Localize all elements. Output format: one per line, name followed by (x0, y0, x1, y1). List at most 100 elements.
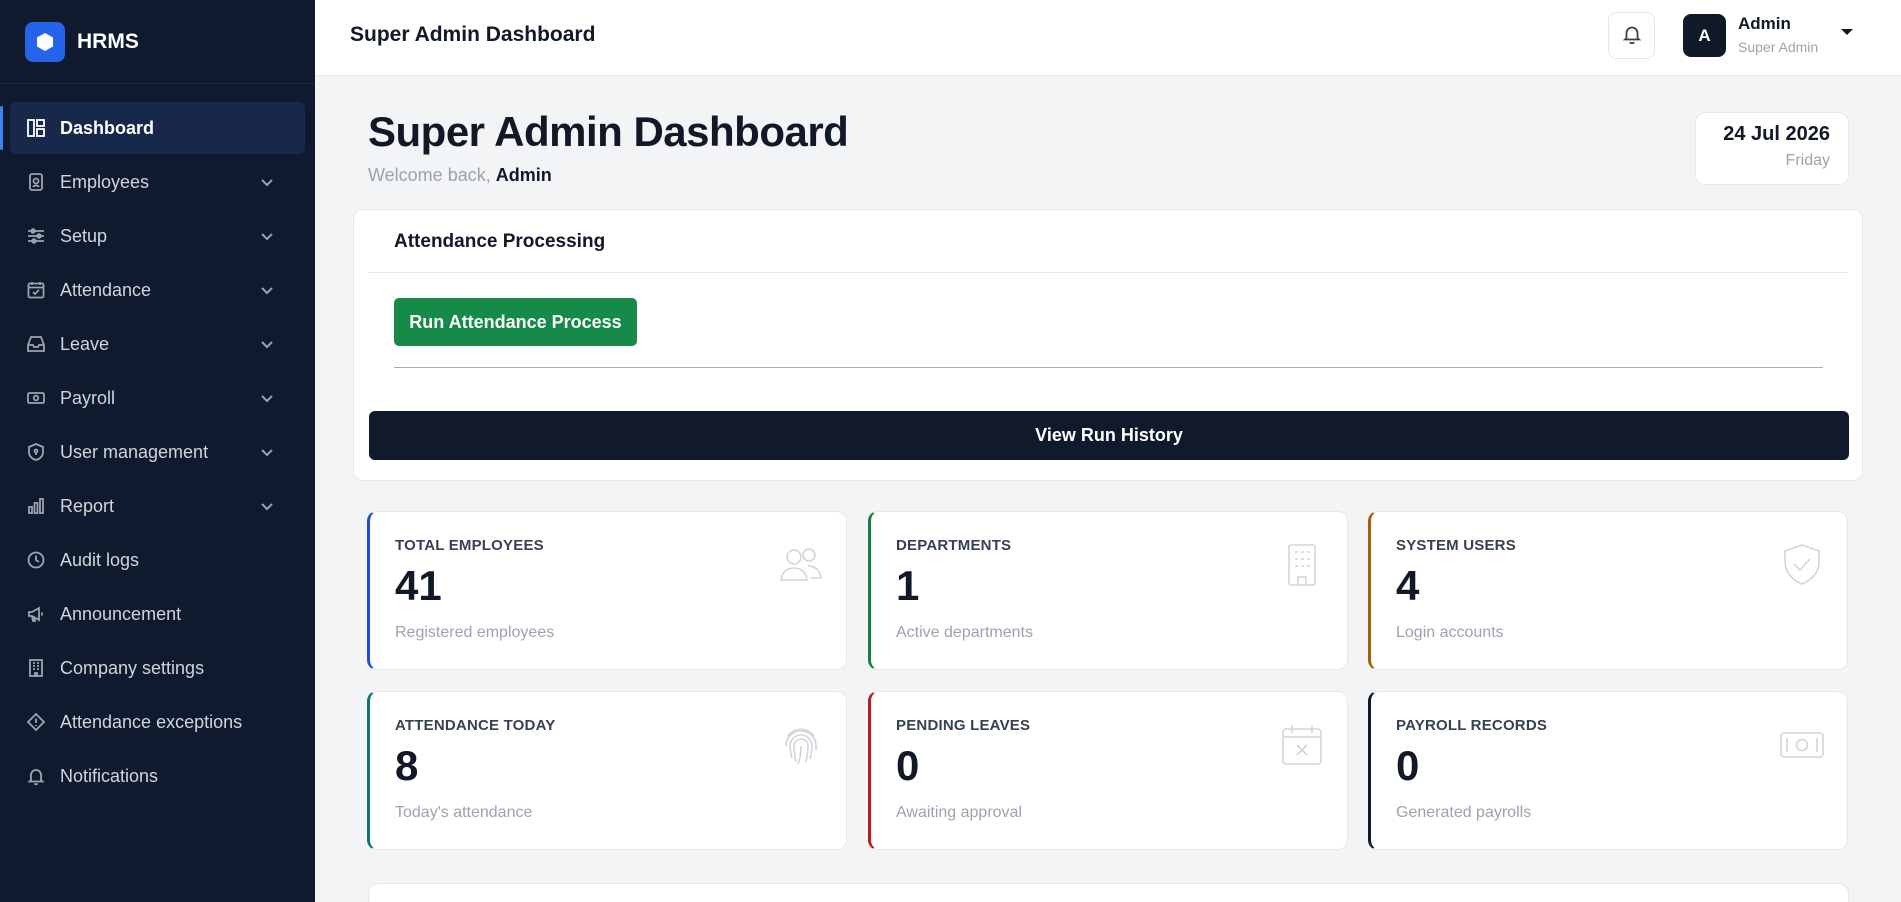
stat-value: 1 (896, 562, 920, 609)
user-role: Super Admin (1738, 39, 1819, 55)
notifications-button[interactable] (1608, 12, 1655, 59)
megaphone-icon (26, 604, 46, 624)
avatar[interactable]: A (1683, 14, 1726, 57)
stat-label: PAYROLL RECORDS (1396, 717, 1548, 734)
sidebar-item-label: Employees (60, 171, 150, 192)
stat-subtext: Login accounts (1396, 624, 1504, 641)
stat-label: DEPARTMENTS (896, 537, 1012, 554)
sidebar-item-label: Dashboard (60, 117, 155, 138)
chevron-down-icon[interactable] (259, 174, 275, 190)
brand-name: HRMS (77, 29, 139, 53)
sidebar-item-payroll[interactable]: Payroll (10, 372, 305, 424)
stat-label: ATTENDANCE TODAY (395, 717, 556, 734)
divider (369, 272, 1847, 273)
building-icon (26, 658, 46, 678)
sidebar-item-label: User management (60, 441, 209, 462)
alert-diamond-icon (26, 712, 46, 732)
sidebar-item-label: Notifications (60, 765, 159, 786)
sidebar-item-label: Company settings (60, 657, 205, 678)
caret-down-icon[interactable] (1841, 29, 1853, 35)
stat-value: 0 (896, 742, 920, 789)
sidebar-item-attendance-exceptions[interactable]: Attendance exceptions (10, 696, 305, 748)
sidebar-item-label: Announcement (60, 603, 182, 624)
stat-subtext: Awaiting approval (896, 804, 1023, 821)
sidebar-item-attendance[interactable]: Attendance (10, 264, 305, 316)
clock-icon (26, 550, 46, 570)
stat-card-total-employees[interactable]: TOTAL EMPLOYEES 41 Registered employees (367, 511, 847, 670)
hexagon-icon (25, 21, 65, 62)
calendar-check-icon (26, 280, 46, 300)
id-badge-icon (26, 172, 46, 192)
bar-chart-icon (26, 496, 46, 516)
sidebar-item-dashboard[interactable]: Dashboard (0, 102, 305, 154)
stat-value: 8 (395, 742, 419, 789)
attendance-processing-title: Attendance Processing (394, 231, 606, 252)
divider (394, 367, 1823, 368)
date-card: 24 Jul 2026 Friday (1695, 112, 1849, 185)
sliders-icon (26, 226, 46, 246)
main-content: Super Admin Dashboard Welcome back, Admi… (315, 76, 1901, 902)
sidebar-item-audit-logs[interactable]: Audit logs (10, 534, 305, 586)
sidebar-item-label: Report (60, 495, 115, 516)
user-name[interactable]: Admin (1738, 14, 1791, 34)
building-icon (1279, 542, 1325, 588)
sidebar-item-employees[interactable]: Employees (10, 156, 305, 208)
bell-icon (1621, 23, 1643, 48)
chevron-down-icon[interactable] (259, 390, 275, 406)
sidebar-item-report[interactable]: Report (10, 480, 305, 532)
stat-value: 4 (1396, 562, 1420, 609)
chevron-down-icon[interactable] (259, 228, 275, 244)
users-icon (778, 542, 824, 588)
chevron-down-icon[interactable] (259, 336, 275, 352)
chevron-down-icon[interactable] (259, 282, 275, 298)
sidebar-item-label: Audit logs (60, 549, 140, 570)
banknote-icon (1779, 722, 1825, 768)
sidebar-item-company-settings[interactable]: Company settings (10, 642, 305, 694)
bell-icon (26, 766, 46, 786)
stat-subtext: Today's attendance (395, 804, 533, 821)
welcome-name: Admin (495, 165, 552, 185)
stat-card-payroll-records[interactable]: PAYROLL RECORDS 0 Generated payrolls (1368, 691, 1848, 850)
current-day: Friday (1785, 152, 1830, 169)
chevron-down-icon[interactable] (259, 498, 275, 514)
attendance-processing-panel: Attendance Processing Run Attendance Pro… (353, 209, 1863, 481)
stat-label: PENDING LEAVES (896, 717, 1031, 734)
sidebar-item-leave[interactable]: Leave (10, 318, 305, 370)
stat-value: 41 (395, 562, 442, 609)
welcome-prefix: Welcome back, (368, 165, 491, 185)
dashboard-icon (26, 118, 46, 138)
bottom-panel (368, 883, 1849, 902)
inbox-icon (26, 334, 46, 354)
page-title: Super Admin Dashboard (368, 108, 849, 155)
stat-label: TOTAL EMPLOYEES (395, 537, 544, 554)
stat-card-attendance-today[interactable]: ATTENDANCE TODAY 8 Today's attendance (367, 691, 847, 850)
welcome-text: Welcome back, Admin (368, 165, 552, 186)
sidebar-item-label: Attendance exceptions (60, 711, 243, 732)
stat-subtext: Generated payrolls (1396, 804, 1532, 821)
topbar: Super Admin Dashboard A Admin Super Admi… (315, 0, 1901, 76)
stat-subtext: Active departments (896, 624, 1033, 641)
stat-card-pending-leaves[interactable]: PENDING LEAVES 0 Awaiting approval (868, 691, 1348, 850)
sidebar-item-label: Leave (60, 333, 110, 354)
topbar-title: Super Admin Dashboard (350, 23, 596, 46)
sidebar-item-label: Setup (60, 225, 108, 246)
sidebar-item-user-management[interactable]: User management (10, 426, 305, 478)
shield-check-icon (1779, 542, 1825, 588)
money-icon (26, 388, 46, 408)
stat-card-system-users[interactable]: SYSTEM USERS 4 Login accounts (1368, 511, 1848, 670)
sidebar-item-setup[interactable]: Setup (10, 210, 305, 262)
stat-value: 0 (1396, 742, 1420, 789)
current-date: 24 Jul 2026 (1723, 123, 1830, 145)
sidebar-item-notifications[interactable]: Notifications (10, 750, 305, 802)
brand[interactable]: HRMS (0, 0, 315, 84)
stat-card-departments[interactable]: DEPARTMENTS 1 Active departments (868, 511, 1348, 670)
sidebar-item-label: Attendance (60, 279, 152, 300)
chevron-down-icon[interactable] (259, 444, 275, 460)
run-attendance-process-button[interactable]: Run Attendance Process (394, 298, 637, 346)
sidebar: HRMS Dashboard Employees Setup Attendanc… (0, 0, 315, 902)
stat-label: SYSTEM USERS (1396, 537, 1516, 554)
sidebar-item-announcement[interactable]: Announcement (10, 588, 305, 640)
stat-subtext: Registered employees (395, 624, 555, 641)
view-run-history-button[interactable]: View Run History (369, 411, 1849, 460)
fingerprint-icon (778, 722, 824, 768)
